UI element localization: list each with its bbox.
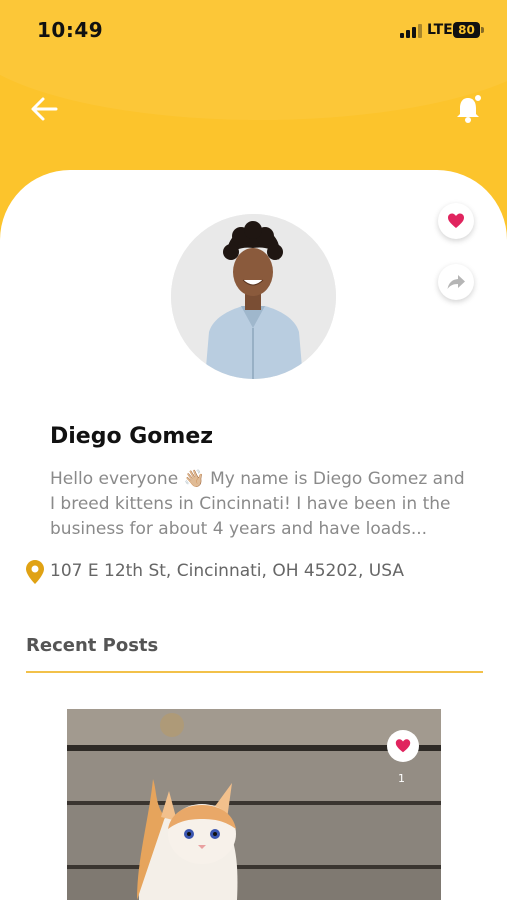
- map-pin-icon: [26, 560, 44, 584]
- recent-posts-title: Recent Posts: [26, 635, 159, 656]
- arrow-left-icon: [31, 97, 58, 121]
- avatar-photo: [171, 214, 336, 379]
- back-button[interactable]: [28, 92, 62, 126]
- profile-name: Diego Gomez: [50, 424, 214, 449]
- heart-icon: [448, 213, 464, 228]
- share-icon: [447, 275, 465, 289]
- bell-icon: [457, 93, 483, 123]
- post-like-button[interactable]: [387, 730, 419, 762]
- signal-icon: [400, 24, 422, 38]
- kitten-photo: [67, 709, 441, 900]
- network-label: LTE: [427, 22, 453, 38]
- section-divider: [26, 671, 483, 673]
- post-image[interactable]: [67, 709, 441, 900]
- notifications-button[interactable]: [452, 92, 486, 126]
- favorite-button[interactable]: [438, 203, 474, 239]
- profile-bio: Hello everyone 👋🏼 My name is Diego Gomez…: [50, 469, 465, 539]
- battery-icon: 80: [453, 22, 480, 38]
- status-bar: 10:49 LTE 80: [0, 0, 507, 62]
- heart-icon: [395, 739, 411, 753]
- avatar: [171, 214, 336, 379]
- battery-tip: [481, 27, 484, 33]
- status-time: 10:49: [37, 18, 104, 42]
- profile-address: 107 E 12th St, Cincinnati, OH 45202, USA: [50, 561, 404, 581]
- share-button[interactable]: [438, 264, 474, 300]
- post-like-count: 1: [398, 772, 405, 785]
